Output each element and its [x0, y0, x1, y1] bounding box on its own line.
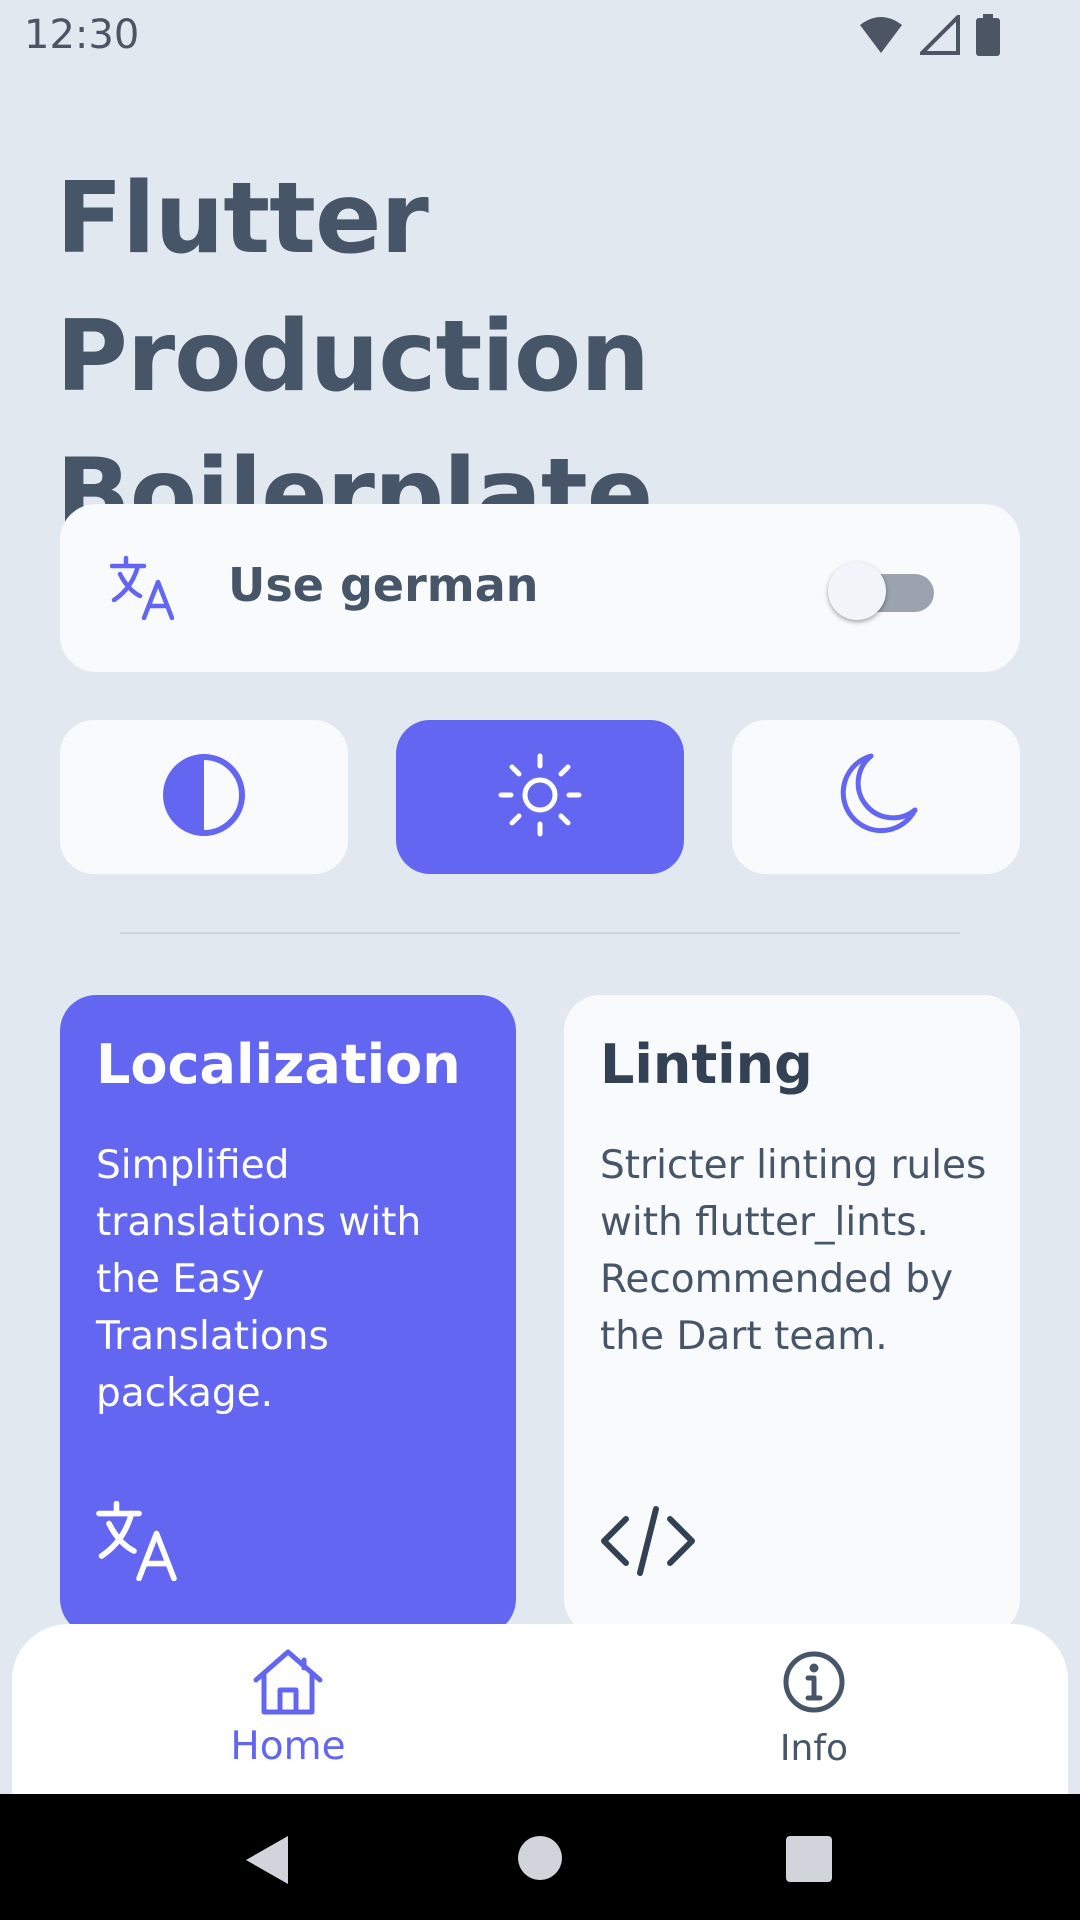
nav-label-home: Home: [230, 1724, 346, 1769]
feature-title: Localization: [96, 1033, 461, 1096]
feature-description: Simplified translations with the Easy Tr…: [96, 1143, 422, 1416]
theme-dark-button[interactable]: [732, 720, 1020, 874]
use-german-label: Use german: [228, 558, 539, 612]
use-german-toggle[interactable]: [828, 562, 934, 622]
wifi-icon: [858, 15, 904, 59]
feature-description: Stricter linting rules with flutter_lint…: [600, 1143, 987, 1359]
nav-label-info: Info: [779, 1728, 849, 1769]
code-icon: [600, 1501, 696, 1585]
translate-icon: [109, 555, 178, 624]
feature-card-localization[interactable]: Localization Simplified translations wit…: [60, 995, 516, 1635]
system-navigation-bar: [0, 1794, 1080, 1920]
theme-light-button[interactable]: [396, 720, 684, 874]
theme-system-button[interactable]: [60, 720, 348, 874]
translate-icon: [96, 1500, 182, 1585]
home-circle-icon[interactable]: [518, 1836, 562, 1880]
battery-icon: [976, 14, 1000, 60]
feature-card-linting[interactable]: Linting Stricter linting rules with flut…: [564, 995, 1020, 1635]
sun-icon: [495, 750, 585, 844]
moon-icon: [831, 750, 921, 844]
divider: [120, 932, 960, 934]
language-card[interactable]: Use german: [60, 504, 1020, 672]
nav-item-home[interactable]: Home: [138, 1624, 438, 1794]
info-icon: [778, 1646, 850, 1722]
status-icons: [858, 12, 1000, 60]
feature-title: Linting: [600, 1033, 813, 1096]
contrast-icon: [159, 750, 249, 844]
bottom-navigation: Home Info: [12, 1624, 1068, 1794]
recents-icon[interactable]: [786, 1836, 832, 1882]
status-bar: 12:30: [0, 0, 1080, 74]
status-time: 12:30: [24, 12, 140, 58]
back-icon[interactable]: [244, 1834, 290, 1886]
cell-signal-icon: [917, 12, 960, 59]
page-title: Flutter Production Boilerplate: [56, 162, 653, 552]
nav-item-info[interactable]: Info: [664, 1624, 964, 1794]
toggle-thumb: [828, 562, 886, 620]
home-icon: [252, 1646, 324, 1722]
